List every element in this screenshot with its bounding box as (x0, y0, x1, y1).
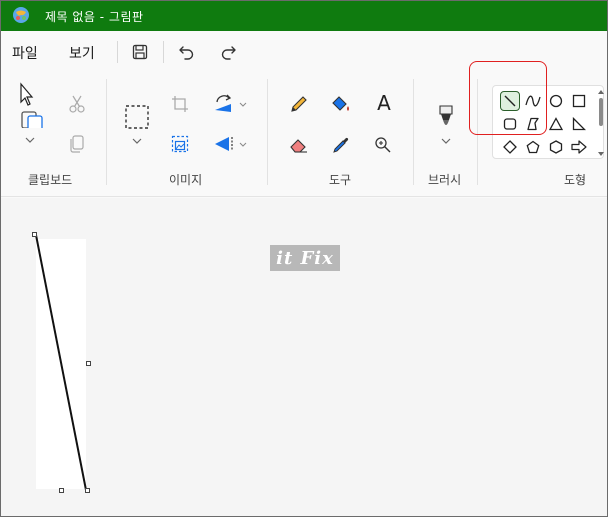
zoom-in-icon (375, 137, 391, 153)
crop-button[interactable] (169, 93, 191, 115)
shape-pentagon[interactable] (523, 137, 543, 157)
rectangle-shape-icon (572, 94, 586, 108)
brushes-button[interactable] (433, 103, 459, 133)
shape-right-triangle[interactable] (569, 114, 589, 134)
chevron-down-icon (239, 142, 247, 147)
copy-icon (70, 135, 84, 153)
shapes-scrollbar[interactable] (597, 89, 605, 157)
menu-view[interactable]: 보기 (69, 43, 95, 63)
crop-icon (172, 96, 188, 112)
brush-icon (439, 105, 453, 125)
shape-oval[interactable] (546, 91, 566, 111)
menu-divider (117, 41, 118, 63)
oval-shape-icon (549, 94, 563, 108)
save-button[interactable] (127, 39, 153, 65)
brushes-dropdown[interactable] (438, 135, 454, 147)
shape-arrow[interactable] (569, 137, 589, 157)
window-title: 제목 없음 - 그림판 (45, 10, 144, 24)
cut-button[interactable] (65, 93, 89, 115)
eraser-icon (290, 139, 307, 153)
paste-dropdown[interactable] (21, 133, 39, 147)
resize-handle-bottom[interactable] (59, 488, 64, 493)
undo-button[interactable] (174, 39, 200, 65)
select-rectangle-icon (125, 105, 149, 129)
text-tool-icon: A (377, 91, 391, 115)
shape-diamond[interactable] (500, 137, 520, 157)
undo-icon (179, 46, 194, 60)
eyedropper-icon (333, 137, 349, 153)
diamond-shape-icon (503, 140, 517, 154)
resize-image-icon (171, 135, 189, 153)
arrow-shape-icon (571, 140, 587, 154)
redo-button[interactable] (215, 39, 241, 65)
pencil-button[interactable] (287, 92, 311, 116)
triangle-shape-icon (549, 117, 563, 131)
pentagon-shape-icon (526, 140, 540, 154)
group-label-clipboard: 클립보드 (28, 173, 73, 187)
group-label-brushes: 브러시 (428, 173, 462, 187)
title-bar: 제목 없음 - 그림판 (1, 1, 607, 31)
shape-hexagon[interactable] (546, 137, 566, 157)
group-label-image: 이미지 (169, 173, 203, 187)
color-picker-button[interactable] (329, 133, 353, 157)
shape-rectangle[interactable] (569, 91, 589, 111)
canvas-workspace: it Fix (1, 198, 607, 516)
resize-handle-right[interactable] (86, 361, 91, 366)
copy-button[interactable] (65, 133, 89, 155)
group-divider (413, 79, 414, 185)
select-button[interactable] (123, 103, 151, 131)
paste-icon (20, 82, 43, 128)
paint-window: 제목 없음 - 그림판 파일 보기 클립보드 이미지 A 도구 브러시 도형 i… (0, 0, 608, 517)
flip-button[interactable] (212, 133, 236, 155)
rotate-icon (215, 94, 232, 112)
text-button[interactable]: A (371, 90, 397, 116)
eraser-button[interactable] (287, 133, 311, 157)
hexagon-shape-icon (549, 140, 563, 154)
menu-file[interactable]: 파일 (12, 43, 38, 63)
chevron-down-icon (441, 138, 451, 144)
annotation-highlight (469, 61, 547, 135)
redo-icon (221, 46, 236, 60)
group-label-shapes: 도형 (564, 173, 587, 187)
group-label-tools: 도구 (329, 173, 352, 187)
flip-icon (215, 137, 233, 151)
chevron-down-icon (239, 102, 247, 107)
group-divider (106, 79, 107, 185)
select-dropdown[interactable] (129, 135, 145, 147)
chevron-down-icon (132, 138, 142, 144)
paste-button[interactable] (15, 81, 47, 129)
right-triangle-shape-icon (572, 117, 586, 131)
group-divider (267, 79, 268, 185)
resize-handle-bottom-right[interactable] (85, 488, 90, 493)
save-icon (132, 44, 148, 60)
resize-handle-top-left[interactable] (32, 232, 37, 237)
rotate-button[interactable] (212, 93, 236, 115)
paint-bucket-icon (332, 96, 349, 111)
pencil-icon (291, 96, 307, 112)
fill-button[interactable] (329, 92, 353, 116)
menu-divider (163, 41, 164, 63)
chevron-down-icon (25, 137, 35, 143)
rotate-dropdown[interactable] (237, 99, 249, 109)
paint-app-icon (13, 7, 29, 23)
magnifier-button[interactable] (371, 133, 395, 157)
resize-button[interactable] (169, 133, 191, 155)
flip-dropdown[interactable] (237, 139, 249, 149)
shape-triangle[interactable] (546, 114, 566, 134)
watermark-label: it Fix (270, 245, 340, 271)
scissors-icon (69, 95, 85, 113)
